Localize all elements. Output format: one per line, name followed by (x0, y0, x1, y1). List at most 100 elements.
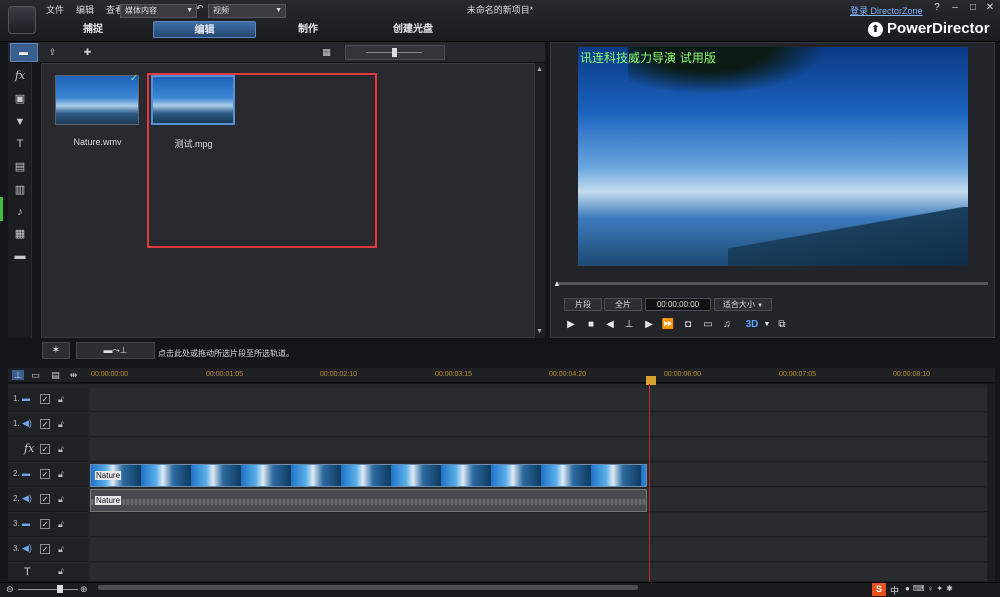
chevron-down-icon[interactable]: ▼ (760, 318, 774, 331)
help-icon[interactable]: ? (930, 2, 944, 14)
track-enable-checkbox[interactable]: ✓ (40, 544, 50, 554)
display-icon[interactable]: ▭ (701, 318, 715, 331)
track-header: 1. ▬ ✓ 🔓︎ (8, 388, 88, 412)
fit-size-select[interactable]: 适合大小 ▼ (714, 298, 772, 311)
media-thumbnail[interactable] (55, 75, 139, 125)
track-enable-checkbox[interactable]: ✓ (40, 444, 50, 454)
tab-create-disc[interactable]: 创建光盘 (385, 21, 441, 38)
media-type-select[interactable]: 视频 ▼ (208, 4, 286, 18)
split-icon[interactable]: ⊥ (622, 318, 636, 331)
media-folder-icon: ▬ (19, 47, 28, 57)
track-header: 3. ◀) ✓ 🔓︎ (8, 538, 88, 562)
ime-toolbar-icons[interactable]: ●⌨♀✦✱ (905, 584, 956, 593)
play-icon[interactable]: ▶ (564, 318, 578, 331)
track-manager-icon[interactable]: ▤ (50, 370, 61, 380)
transition-room-icon[interactable]: ▤ (12, 160, 28, 174)
lock-icon[interactable]: 🔓︎ (58, 494, 64, 505)
ime-logo-icon[interactable]: S (872, 583, 886, 596)
preview-video: 讯连科技威力导演 试用版 (578, 47, 968, 266)
movie-mode-button[interactable]: 全片 (604, 298, 642, 311)
timeline-ruler[interactable] (8, 368, 995, 383)
lock-icon[interactable]: 🔓︎ (58, 519, 64, 530)
media-content-select[interactable]: 媒体内容 ▼ (120, 4, 197, 18)
playhead-handle[interactable] (646, 376, 656, 385)
grid-view-icon[interactable]: ▦ (321, 47, 332, 57)
lock-icon[interactable]: 🔓︎ (58, 469, 64, 480)
fit-timeline-icon[interactable]: ⇹ (68, 370, 79, 380)
pip-room-icon[interactable]: ▣ (12, 92, 28, 106)
track-enable-checkbox[interactable]: ✓ (40, 519, 50, 529)
zoom-slider[interactable] (18, 589, 78, 590)
audio-clip[interactable]: Nature (90, 489, 647, 512)
edit-mode-button[interactable]: ▬⤳⊥ (76, 342, 155, 359)
lock-icon[interactable]: 🔓︎ (58, 544, 64, 555)
snapshot-icon[interactable]: ◘ (681, 318, 695, 331)
scroll-up-icon[interactable]: ▲ (536, 66, 543, 73)
volume-icon[interactable]: ♫ (720, 318, 734, 331)
close-button[interactable]: ✕ (983, 2, 997, 14)
video-track-icon: ▬ (22, 469, 30, 478)
title-track-icon: T (24, 566, 31, 578)
audio-mix-room-icon[interactable]: ▥ (12, 183, 28, 197)
ruler-tick: 00:00:04:20 (549, 371, 586, 378)
track-lane[interactable] (90, 438, 987, 462)
track-lane[interactable] (90, 563, 987, 582)
lock-icon[interactable]: 🔓︎ (58, 566, 64, 577)
zoom-in-icon[interactable]: ⊕ (80, 584, 88, 595)
storyboard-view-icon[interactable]: ▭ (30, 370, 41, 380)
magic-tools-icon[interactable]: ✶ (42, 342, 70, 359)
import-media-icon[interactable]: ⇪ (47, 47, 58, 57)
slider-handle[interactable] (392, 48, 397, 57)
chapter-room-icon[interactable]: ▦ (12, 227, 28, 241)
track-lane[interactable] (90, 388, 987, 412)
timecode-display[interactable]: 00:00:00:00 (645, 298, 711, 311)
timeline-vertical-scrollbar[interactable] (987, 384, 995, 582)
trial-watermark: 讯连科技威力导演 试用版 (580, 51, 716, 65)
used-check-icon: ✓ (130, 73, 139, 84)
timeline-view-icon[interactable]: ⊥ (12, 370, 24, 380)
ruler-tick: 00:00:07:05 (779, 371, 816, 378)
tab-produce[interactable]: 制作 (282, 21, 334, 38)
next-frame-icon[interactable]: ▶ (642, 318, 656, 331)
menu-file[interactable]: 文件 (46, 3, 64, 16)
track-enable-checkbox[interactable]: ✓ (40, 494, 50, 504)
lock-icon[interactable]: 🔓︎ (58, 444, 64, 455)
menu-edit[interactable]: 编辑 (76, 3, 94, 16)
particle-room-icon[interactable]: ▼ (12, 115, 28, 129)
voiceover-room-icon[interactable]: ♪ (12, 205, 28, 219)
previous-frame-icon[interactable]: ◀ (603, 318, 617, 331)
ime-language[interactable]: 中 (890, 584, 899, 597)
track-lane[interactable] (90, 413, 987, 437)
track-enable-checkbox[interactable]: ✓ (40, 469, 50, 479)
track-lane[interactable] (90, 513, 987, 537)
track-lane[interactable] (90, 538, 987, 562)
timeline-horizontal-scrollbar[interactable] (98, 585, 638, 590)
plugin-icon[interactable]: ✚ (82, 47, 93, 57)
scroll-down-icon[interactable]: ▼ (536, 328, 543, 335)
video-clip[interactable]: Nature (90, 464, 647, 487)
effects-room-icon[interactable]: fx (12, 69, 28, 83)
undock-icon[interactable]: ⧉ (775, 318, 789, 331)
tab-capture[interactable]: 捕捉 (62, 21, 124, 38)
maximize-button[interactable]: □ (966, 2, 980, 14)
minimize-button[interactable]: – (948, 2, 962, 14)
seek-handle[interactable]: ▲ (553, 279, 561, 288)
track-enable-checkbox[interactable]: ✓ (40, 419, 50, 429)
tab-edit[interactable]: 编辑 (153, 21, 256, 38)
seek-bar[interactable] (556, 282, 988, 285)
playhead-line (649, 384, 650, 584)
fast-forward-icon[interactable]: ⏩ (661, 318, 675, 331)
stop-icon[interactable]: ■ (584, 318, 598, 331)
window-title: 未命名的新项目* (466, 5, 534, 15)
media-filename: Nature.wmv (73, 137, 122, 147)
library-scrollbar[interactable] (535, 63, 545, 338)
director-zone-link[interactable]: 登录 DirectorZone (850, 4, 923, 17)
lock-icon[interactable]: 🔓︎ (58, 419, 64, 430)
track-enable-checkbox[interactable]: ✓ (40, 394, 50, 404)
zoom-out-icon[interactable]: ⊖ (6, 584, 14, 595)
title-room-icon[interactable]: T (12, 137, 28, 151)
subtitle-room-icon[interactable]: ▬ (12, 249, 28, 263)
zoom-handle[interactable] (57, 585, 63, 593)
lock-icon[interactable]: 🔓︎ (58, 394, 64, 405)
clip-mode-button[interactable]: 片段 (564, 298, 602, 311)
